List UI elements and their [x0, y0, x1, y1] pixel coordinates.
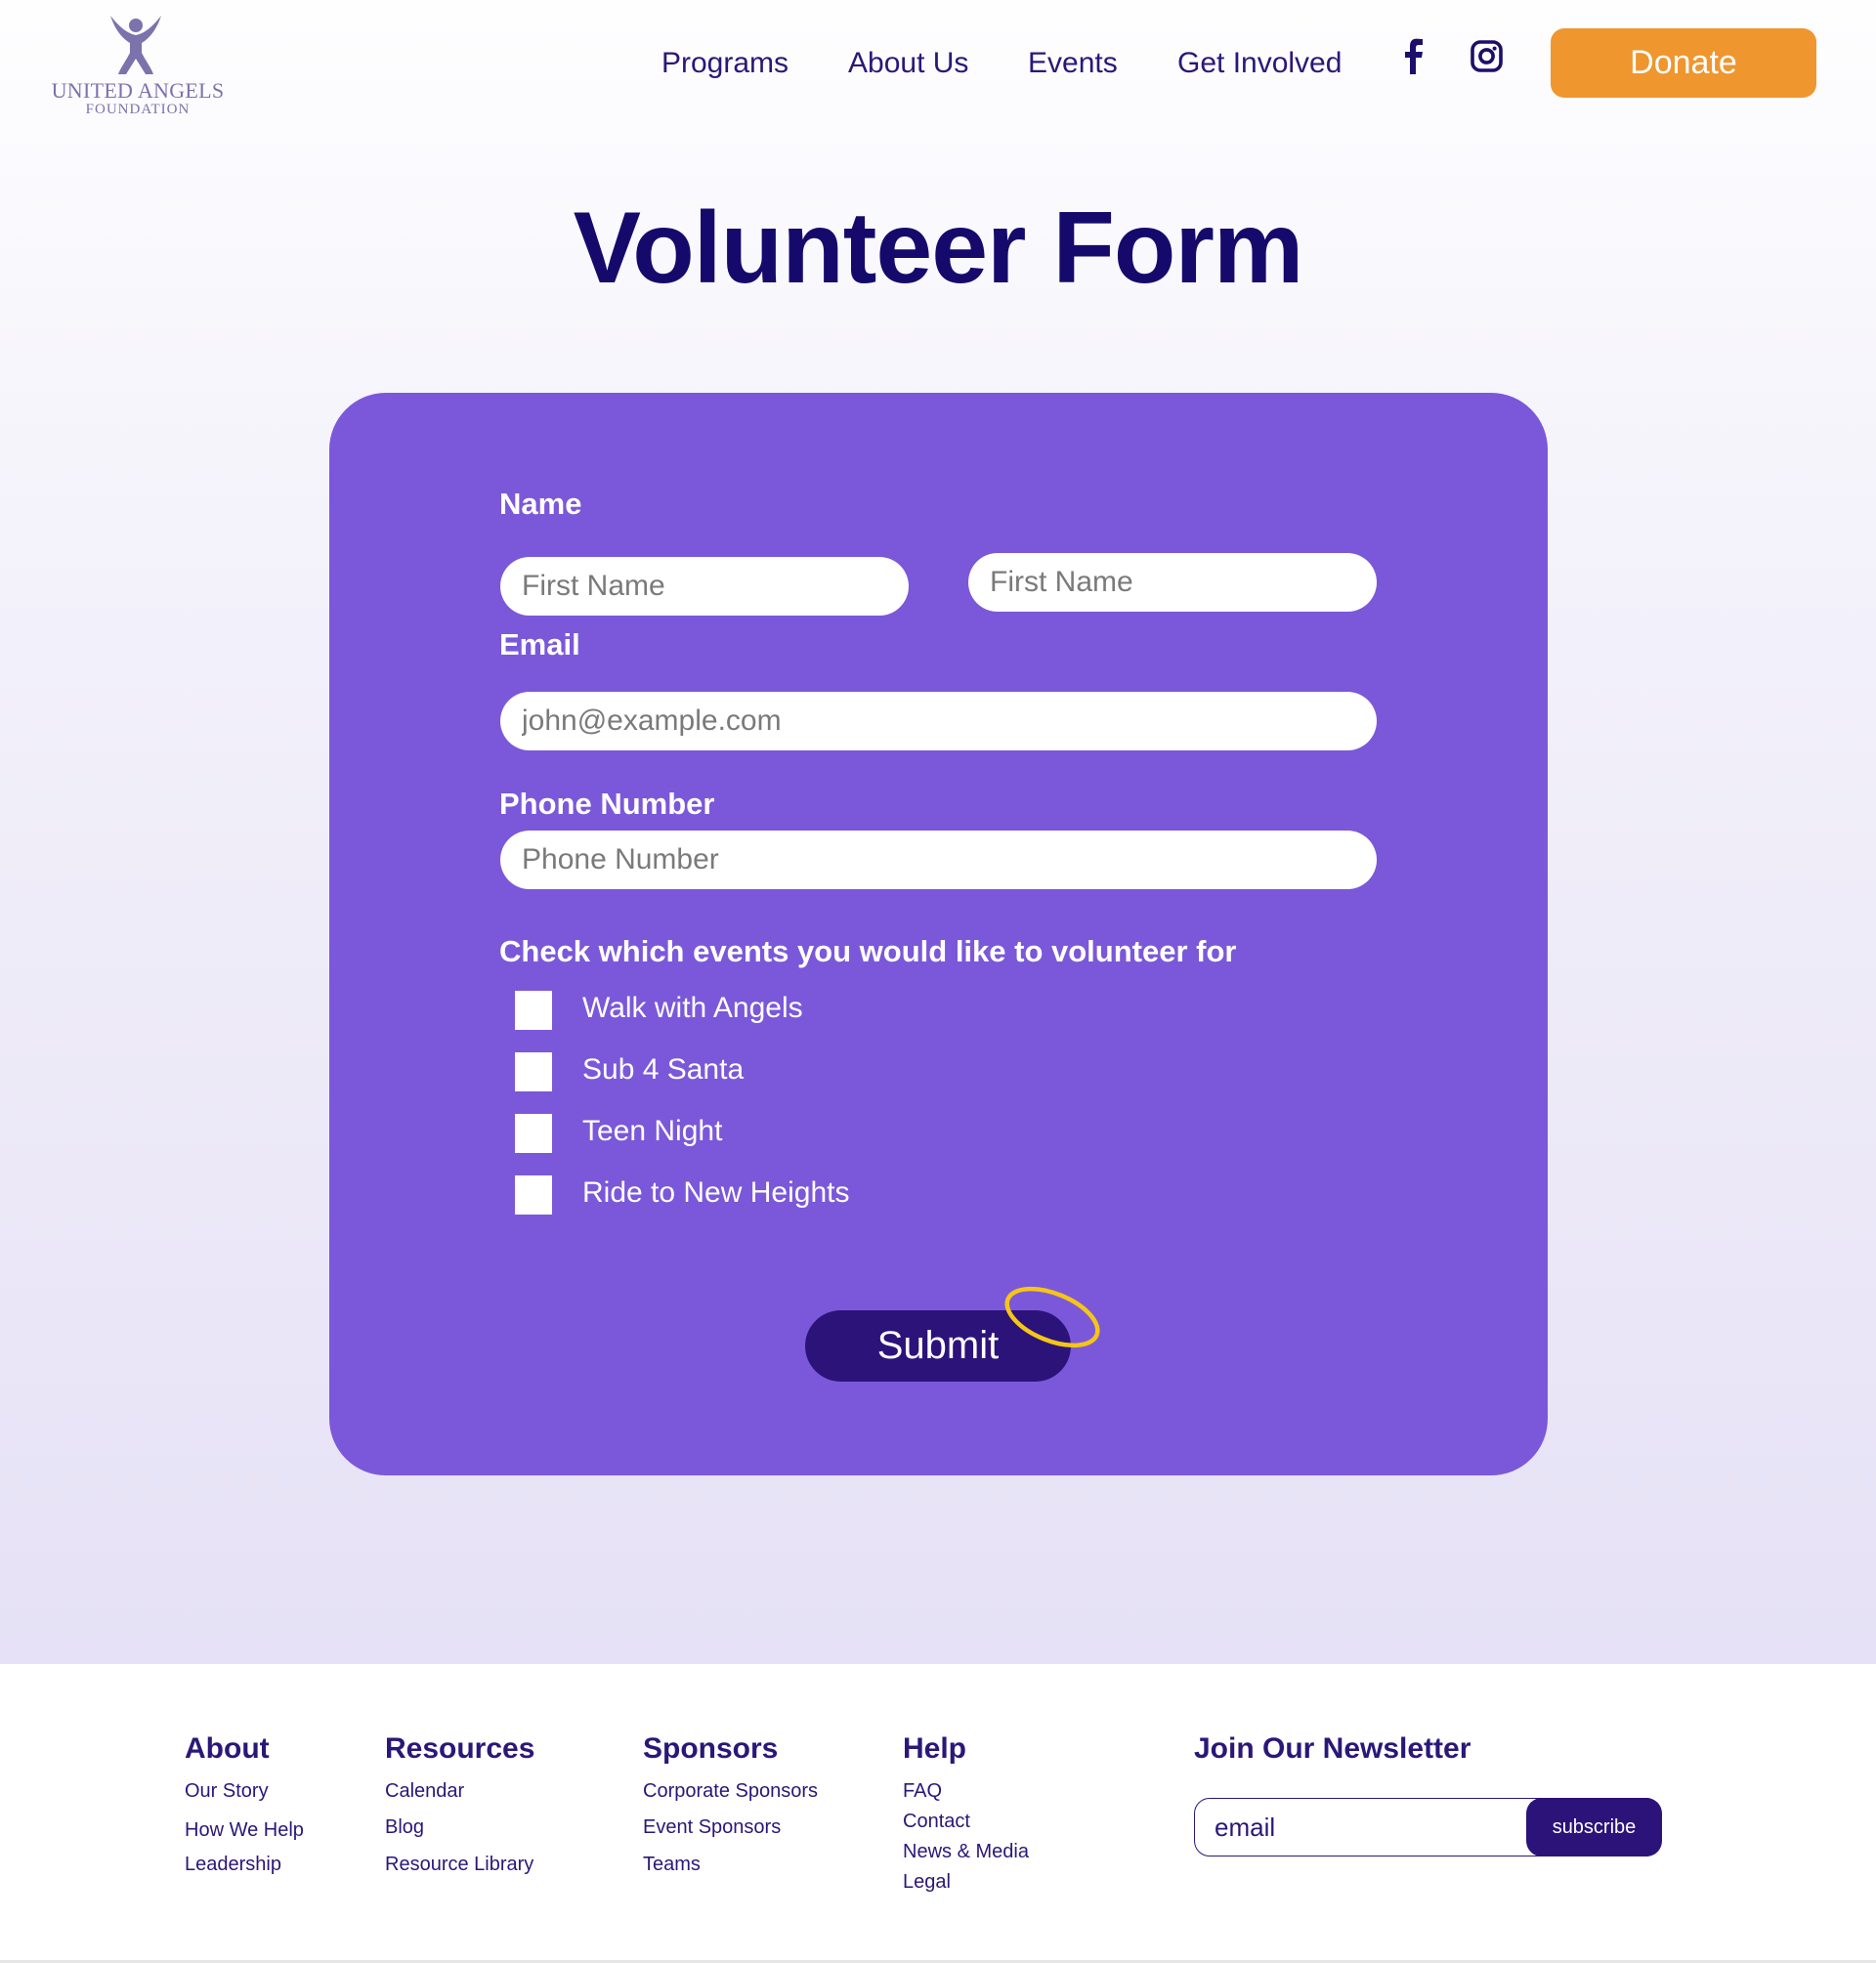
- nav-programs[interactable]: Programs: [661, 47, 789, 80]
- logo-subtitle: FOUNDATION: [85, 102, 191, 117]
- volunteer-form: Name Email Phone Number Check which even…: [329, 393, 1548, 1475]
- footer-link-legal[interactable]: Legal: [903, 1871, 951, 1894]
- subscribe-button[interactable]: subscribe: [1526, 1798, 1662, 1856]
- checkbox[interactable]: [515, 991, 552, 1030]
- email-input[interactable]: [500, 692, 1377, 750]
- checkbox[interactable]: [515, 1052, 552, 1091]
- logo[interactable]: UNITED ANGELS FOUNDATION: [51, 14, 225, 119]
- logo-name: UNITED ANGELS: [51, 78, 225, 103]
- last-name-input[interactable]: [968, 553, 1377, 612]
- footer-heading-help: Help: [903, 1732, 967, 1765]
- angel-figure-icon: [110, 16, 161, 74]
- footer-link-event-sponsors[interactable]: Event Sponsors: [643, 1816, 781, 1839]
- donate-button[interactable]: Donate: [1551, 28, 1816, 98]
- event-option-label: Sub 4 Santa: [582, 1053, 745, 1086]
- checkbox[interactable]: [515, 1114, 552, 1153]
- footer-link-faq[interactable]: FAQ: [903, 1780, 942, 1803]
- footer-heading-resources: Resources: [385, 1732, 535, 1765]
- phone-label: Phone Number: [499, 787, 715, 821]
- newsletter-heading: Join Our Newsletter: [1194, 1732, 1471, 1765]
- nav-get-involved[interactable]: Get Involved: [1177, 47, 1342, 80]
- footer-link-calendar[interactable]: Calendar: [385, 1780, 464, 1803]
- page-title: Volunteer Form: [573, 192, 1304, 305]
- footer-link-corporate-sponsors[interactable]: Corporate Sponsors: [643, 1780, 818, 1803]
- footer-link-leadership[interactable]: Leadership: [185, 1854, 281, 1876]
- phone-input[interactable]: [500, 831, 1377, 889]
- footer-link-news-media[interactable]: News & Media: [903, 1841, 1029, 1863]
- nav-about-us[interactable]: About Us: [848, 47, 968, 80]
- first-name-input[interactable]: [500, 557, 909, 616]
- footer-link-contact[interactable]: Contact: [903, 1811, 970, 1833]
- footer-link-our-story[interactable]: Our Story: [185, 1780, 269, 1803]
- footer-heading-sponsors: Sponsors: [643, 1732, 779, 1765]
- name-label: Name: [499, 487, 582, 521]
- footer-link-teams[interactable]: Teams: [643, 1854, 701, 1876]
- footer-link-how-we-help[interactable]: How We Help: [185, 1819, 304, 1842]
- footer-heading-about: About: [185, 1732, 270, 1765]
- facebook-icon[interactable]: [1396, 37, 1431, 76]
- events-label: Check which events you would like to vol…: [499, 934, 1237, 968]
- instagram-icon[interactable]: [1470, 37, 1505, 76]
- event-option-label: Teen Night: [582, 1115, 723, 1147]
- nav-events[interactable]: Events: [1028, 47, 1118, 80]
- halo-icon: [1004, 1286, 1100, 1348]
- event-option-label: Ride to New Heights: [582, 1176, 850, 1209]
- email-label: Email: [499, 627, 580, 661]
- footer-link-resource-library[interactable]: Resource Library: [385, 1854, 533, 1876]
- event-option-label: Walk with Angels: [582, 992, 803, 1024]
- checkbox[interactable]: [515, 1175, 552, 1215]
- footer-link-blog[interactable]: Blog: [385, 1816, 424, 1839]
